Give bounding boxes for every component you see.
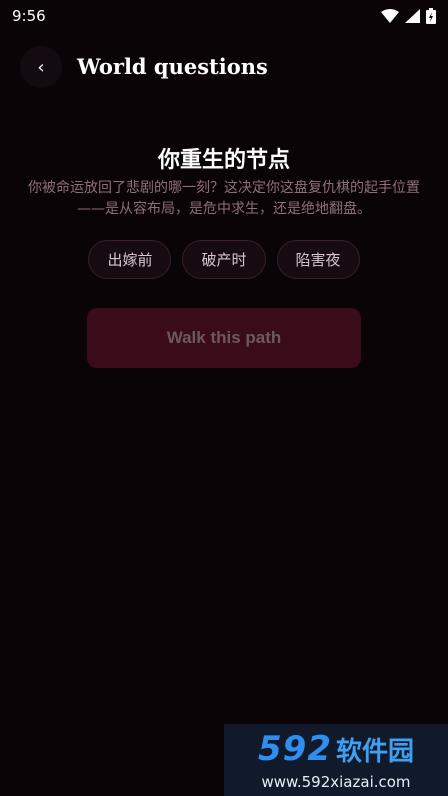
option-chip[interactable]: 出嫁前	[88, 240, 172, 279]
watermark-number: 592	[258, 728, 332, 769]
back-button[interactable]: ‹	[20, 46, 62, 88]
option-chip[interactable]: 陷害夜	[276, 240, 360, 279]
option-group: 出嫁前 破产时 陷害夜	[0, 240, 448, 279]
signal-icon	[405, 9, 420, 23]
watermark: 592 软件园 www.592xiazai.com	[224, 724, 448, 796]
watermark-logo: 592 软件园	[258, 730, 414, 771]
page-title: World questions	[77, 54, 268, 79]
option-chip[interactable]: 破产时	[182, 240, 266, 279]
battery-icon	[426, 8, 436, 24]
status-time: 9:56	[12, 7, 46, 25]
question-description: 你被命运放回了悲剧的哪一刻？这决定你这盘复仇棋的起手位置——是从容布局，是危中求…	[28, 180, 420, 217]
status-bar: 9:56	[0, 0, 448, 32]
status-icons	[381, 8, 436, 24]
back-icon: ‹	[37, 56, 45, 78]
header: ‹ World questions	[0, 44, 448, 88]
wifi-icon	[381, 9, 399, 23]
question-title: 你重生的节点	[157, 148, 290, 173]
watermark-url: www.592xiazai.com	[261, 772, 411, 791]
watermark-brand: 软件园	[335, 736, 414, 767]
walk-this-path-button[interactable]: Walk this path	[87, 308, 361, 368]
